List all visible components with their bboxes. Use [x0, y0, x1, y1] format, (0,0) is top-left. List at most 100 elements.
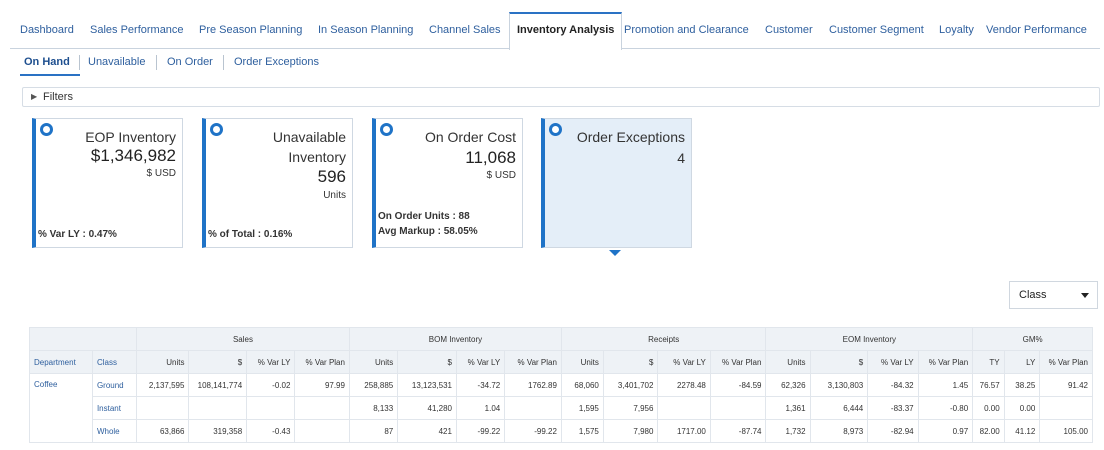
subtab-order-exceptions[interactable]: Order Exceptions [234, 56, 319, 68]
class-cell[interactable]: Whole [91, 419, 138, 443]
group-header-sales: Sales [136, 327, 350, 351]
table-cell: 91.42 [1039, 373, 1093, 397]
table-cell: 68,060 [560, 373, 604, 397]
column-header: % Var Plan [917, 350, 974, 374]
column-header: % Var LY [455, 350, 506, 374]
table-cell: 97.99 [294, 373, 350, 397]
table-cell: 1.04 [455, 396, 506, 420]
tab-customer-segment[interactable]: Customer Segment [829, 12, 924, 49]
table-cell: 8,133 [348, 396, 399, 420]
tab-customer[interactable]: Customer [765, 12, 813, 49]
table-corner-cell [29, 327, 137, 351]
tab-vendor-performance[interactable]: Vendor Performance [986, 12, 1087, 49]
divider [223, 55, 224, 70]
tab-loyalty[interactable]: Loyalty [939, 12, 974, 49]
column-header[interactable]: Department [29, 350, 93, 374]
card-value: 4 [677, 150, 685, 166]
table-cell [246, 396, 296, 420]
radio-icon [40, 123, 53, 136]
chevron-down-icon [1081, 293, 1089, 298]
table-cell: -0.02 [246, 373, 296, 397]
table-cell: -87.74 [709, 419, 767, 443]
class-select-value: Class [1019, 289, 1047, 301]
card-footer-units: On Order Units : 88 [378, 211, 470, 222]
subtab-on-hand[interactable]: On Hand [24, 56, 70, 68]
card-footer-markup: Avg Markup : 58.05% [378, 226, 478, 237]
table-cell: 105.00 [1039, 419, 1093, 443]
table-cell: 6,444 [809, 396, 869, 420]
subtab-unavailable[interactable]: Unavailable [88, 56, 145, 68]
card-eop-inventory[interactable]: EOP Inventory $1,346,982 $ USD % Var LY … [32, 118, 183, 248]
card-footer: % of Total : 0.16% [208, 229, 293, 240]
column-header: $ [397, 350, 457, 374]
card-unit: $ USD [486, 170, 516, 181]
table-cell [709, 396, 767, 420]
tab-promotion-clearance[interactable]: Promotion and Clearance [624, 12, 749, 49]
column-header: Units [765, 350, 811, 374]
table-cell: 1.45 [917, 373, 974, 397]
subtab-on-order[interactable]: On Order [167, 56, 213, 68]
table-cell: 41.12 [1003, 419, 1041, 443]
table-cell: 1,575 [560, 419, 604, 443]
table-cell: 7,956 [602, 396, 659, 420]
class-select[interactable]: Class [1009, 281, 1098, 309]
card-value: 596 [317, 167, 346, 186]
card-unavailable-inventory[interactable]: Unavailable Inventory 596 Units % of Tot… [202, 118, 353, 248]
card-order-exceptions[interactable]: Order Exceptions 4 [541, 118, 692, 248]
class-cell[interactable]: Instant [91, 396, 138, 420]
column-header: % Var Plan [709, 350, 767, 374]
column-header: % Var Plan [1039, 350, 1093, 374]
table-row: Whole 63,866 319,358 -0.43 87 421 -99.22… [30, 419, 1093, 443]
table-cell: 0.97 [917, 419, 974, 443]
table-column-header-row: Department Class Units $ % Var LY % Var … [29, 350, 1093, 374]
filters-toggle[interactable]: ▶ Filters [22, 87, 1100, 107]
tab-pre-season-planning[interactable]: Pre Season Planning [199, 12, 302, 49]
table-cell [294, 419, 350, 443]
tab-dashboard[interactable]: Dashboard [20, 12, 74, 49]
table-cell: 0.00 [1003, 396, 1041, 420]
card-unit: $ USD [146, 168, 176, 179]
column-header: TY [972, 350, 1005, 374]
tab-channel-sales[interactable]: Channel Sales [429, 12, 501, 49]
table-cell: -34.72 [455, 373, 506, 397]
table-cell: -99.22 [455, 419, 506, 443]
column-header: % Var LY [867, 350, 919, 374]
card-title: EOP Inventory [85, 129, 176, 145]
card-value: $1,346,982 [90, 146, 176, 165]
tab-in-season-planning[interactable]: In Season Planning [318, 12, 413, 49]
tab-inventory-analysis[interactable]: Inventory Analysis [509, 12, 623, 50]
table-cell: 2,137,595 [135, 373, 190, 397]
card-on-order-cost[interactable]: On Order Cost 11,068 $ USD On Order Unit… [372, 118, 523, 248]
table-cell [1039, 396, 1093, 420]
group-header-receipts: Receipts [560, 327, 767, 351]
table-row: Instant 8,133 41,280 1.04 1,595 7,956 1,… [30, 396, 1093, 420]
table-cell: 0.00 [972, 396, 1005, 420]
table-row: Coffee Ground 2,137,595 108,141,774 -0.0… [29, 373, 1093, 443]
column-header: Units [348, 350, 399, 374]
table-cell: 258,885 [348, 373, 399, 397]
tab-sales-performance[interactable]: Sales Performance [90, 12, 184, 49]
table-cell: 13,123,531 [397, 373, 457, 397]
table-cell [294, 396, 350, 420]
table-cell: 8,973 [809, 419, 869, 443]
column-header: % Var LY [246, 350, 296, 374]
divider [156, 55, 157, 70]
card-title: Unavailable Inventory [273, 127, 346, 167]
card-title-line2: Inventory [288, 149, 346, 165]
table-cell: 1,361 [765, 396, 811, 420]
column-header[interactable]: Class [91, 350, 138, 374]
department-cell[interactable]: Coffee [29, 373, 93, 443]
class-cell[interactable]: Ground [91, 373, 138, 397]
column-header: Units [560, 350, 604, 374]
table-cell [504, 396, 562, 420]
table-cell: 63,866 [135, 419, 190, 443]
table-cell: 2278.48 [657, 373, 711, 397]
top-nav: Dashboard Sales Performance Pre Season P… [10, 12, 1100, 50]
table-cell: 62,326 [765, 373, 811, 397]
card-value: 11,068 [465, 148, 516, 167]
table-cell: -83.37 [867, 396, 919, 420]
radio-icon [210, 123, 223, 136]
table-cell: 1,595 [560, 396, 604, 420]
table-cell [657, 396, 711, 420]
table-cell: 82.00 [972, 419, 1005, 443]
